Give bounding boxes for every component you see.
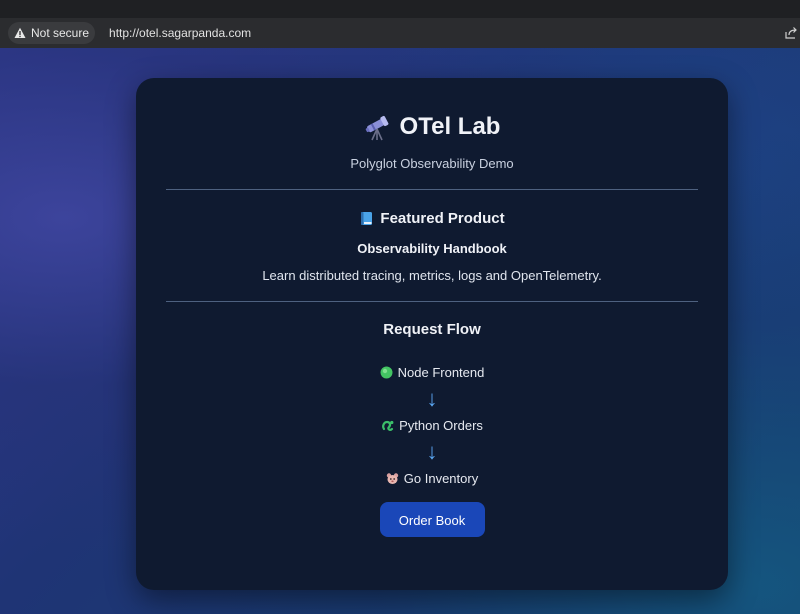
flow-step-label: Python Orders <box>399 417 483 433</box>
gopher-icon <box>386 472 398 484</box>
book-icon <box>361 212 373 225</box>
app-title: OTel Lab <box>399 113 501 140</box>
green-circle-icon <box>380 366 393 378</box>
flow-step-python-orders: Python Orders <box>166 417 698 433</box>
flow-step-label: Node Frontend <box>397 364 485 380</box>
security-label: Not secure <box>31 26 90 40</box>
flow-step-go-inventory: Go Inventory <box>166 470 698 486</box>
request-flow-heading: Request Flow <box>383 321 481 338</box>
app-subtitle: Polyglot Observability Demo <box>350 156 514 171</box>
flow-step-label: Go Inventory <box>403 470 479 486</box>
page-viewport: OTel Lab Polyglot Observability Demo Fea… <box>0 48 800 614</box>
telescope-icon <box>365 115 388 141</box>
product-description: Learn distributed tracing, metrics, logs… <box>262 268 602 283</box>
flow-step-node-frontend: Node Frontend <box>166 364 698 380</box>
page-title: OTel Lab <box>166 110 698 144</box>
main-card: OTel Lab Polyglot Observability Demo Fea… <box>136 78 728 590</box>
down-arrow-icon: ↓ <box>426 439 438 464</box>
featured-heading-text: Featured Product <box>380 210 505 227</box>
url-text[interactable]: http://otel.sagarpanda.com <box>109 26 251 40</box>
down-arrow-icon: ↓ <box>426 386 438 411</box>
snake-icon <box>382 420 394 431</box>
divider <box>166 301 698 302</box>
featured-heading: Featured Product <box>166 210 698 227</box>
share-icon[interactable] <box>784 26 798 40</box>
order-book-button[interactable]: Order Book <box>379 502 485 537</box>
divider <box>166 189 698 190</box>
security-indicator[interactable]: Not secure <box>8 22 96 44</box>
address-bar[interactable]: Not secure http://otel.sagarpanda.com <box>0 18 800 48</box>
warning-icon <box>14 27 26 38</box>
product-name: Observability Handbook <box>357 241 507 256</box>
browser-tab-strip <box>0 0 800 18</box>
